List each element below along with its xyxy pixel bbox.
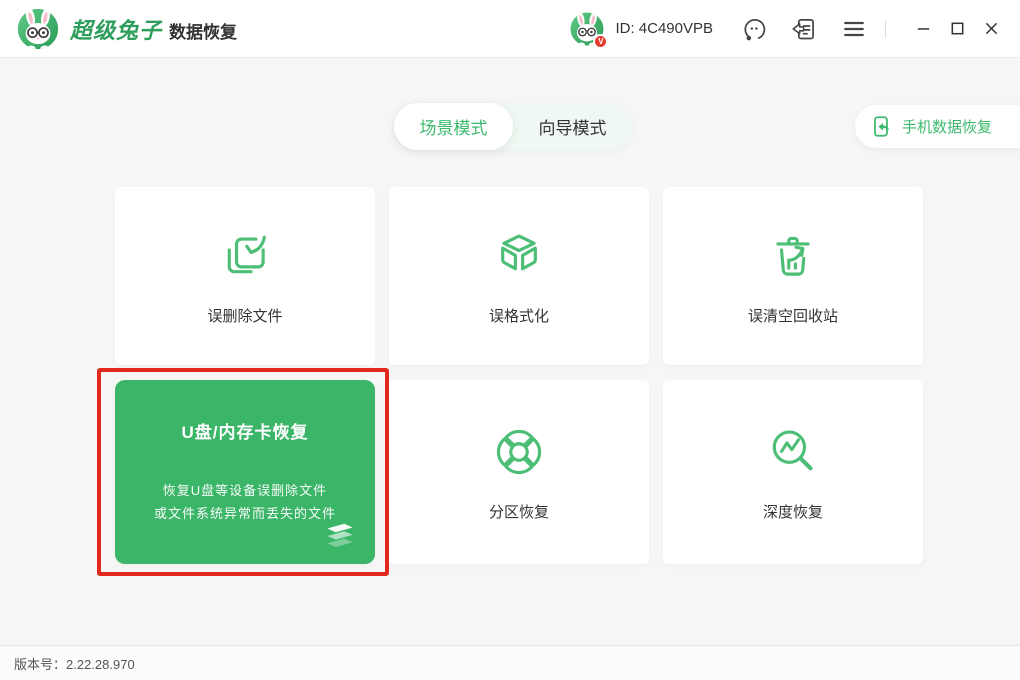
highlight-card-title: U盘/内存卡恢复 [182,418,309,443]
card-label: 误清空回收站 [748,305,838,326]
cube-icon [490,227,548,285]
card-label: 误格式化 [489,305,549,326]
card-label: 误删除文件 [207,305,282,326]
rabbit-logo-icon [16,7,60,51]
tab-wizard-mode[interactable]: 向导模式 [513,103,632,150]
feedback-icon[interactable] [791,16,817,42]
titlebar-right: V ID: 4C490VPB [569,11,1020,47]
close-button[interactable] [978,16,1004,42]
titlebar-divider [885,20,886,38]
file-restore-icon [216,227,274,285]
recovery-cards-grid: 误删除文件 误格式化 [115,187,923,564]
maximize-button[interactable] [944,16,970,42]
desc-line-1: 恢复U盘等设备误删除文件 [154,479,336,502]
partition-icon [490,423,548,481]
phone-button-label: 手机数据恢复 [902,116,992,137]
minimize-button[interactable] [910,16,936,42]
main-content: 场景模式 向导模式 手机数据恢复 误删除文件 [0,58,1020,645]
brand-suffix: 数据恢复 [169,18,237,43]
desc-line-2: 或文件系统异常而丢失的文件 [154,502,336,525]
titlebar: 超级兔子 数据恢复 [0,0,1020,58]
deep-scan-icon [764,423,822,481]
app-window: 超级兔子 数据恢复 [0,0,1020,680]
brand-name: 超级兔子 [70,13,162,45]
card-empty-recycle-bin[interactable]: 误清空回收站 [663,187,923,365]
card-partition-recovery[interactable]: 分区恢复 [389,380,649,564]
footer: 版本号：2.22.28.970 [0,645,1020,680]
layers-icon [321,522,359,552]
recycle-restore-icon [764,227,822,285]
tab-scene-mode[interactable]: 场景模式 [394,103,513,150]
highlight-card-description: 恢复U盘等设备误删除文件 或文件系统异常而丢失的文件 [154,479,336,525]
card-deep-recovery[interactable]: 深度恢复 [663,380,923,564]
user-avatar[interactable]: V [569,11,605,47]
vip-badge: V [593,34,608,49]
user-id-label: ID: 4C490VPB [615,20,713,37]
version-label: 版本号：2.22.28.970 [14,654,135,673]
customer-service-icon[interactable] [741,16,767,42]
card-label: 深度恢复 [763,501,823,522]
phone-data-recovery-button[interactable]: 手机数据恢复 [855,105,1020,148]
phone-restore-icon [871,115,894,138]
card-undelete-files[interactable]: 误删除文件 [115,187,375,365]
card-label: 分区恢复 [489,501,549,522]
mode-tab-group: 场景模式 向导模式 [394,103,632,150]
app-title: 超级兔子 数据恢复 [70,13,237,45]
card-unformat[interactable]: 误格式化 [389,187,649,365]
card-usb-memory-recovery[interactable]: U盘/内存卡恢复 恢复U盘等设备误删除文件 或文件系统异常而丢失的文件 [115,380,375,564]
menu-icon[interactable] [841,16,867,42]
